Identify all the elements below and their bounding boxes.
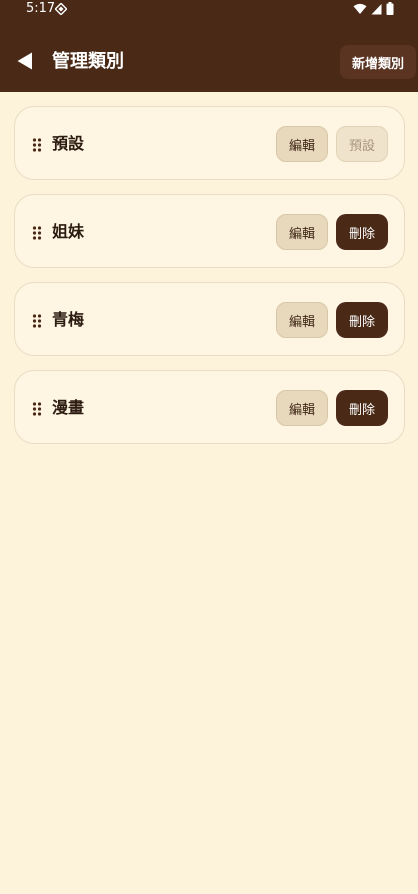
app-notification-icon <box>55 3 67 15</box>
drag-handle-icon[interactable] <box>32 402 42 416</box>
category-card: 預設 編輯 預設 <box>14 106 405 180</box>
status-time: 5:17 <box>26 1 56 16</box>
category-card: 漫畫 編輯 刪除 <box>14 370 405 444</box>
category-name: 姐妹 <box>52 222 85 241</box>
category-card: 青梅 編輯 刪除 <box>14 282 405 356</box>
category-name: 預設 <box>52 134 85 153</box>
category-name: 青梅 <box>52 310 85 329</box>
category-list: 預設 編輯 預設 姐妹 編輯 刪除 青梅 編輯 刪除 漫畫 編輯 刪除 <box>14 106 405 458</box>
delete-button[interactable]: 刪除 <box>336 390 388 426</box>
edit-button[interactable]: 編輯 <box>276 126 328 162</box>
delete-button[interactable]: 刪除 <box>336 302 388 338</box>
back-button[interactable] <box>10 46 40 76</box>
page-title: 管理類別 <box>52 51 124 72</box>
edit-button[interactable]: 編輯 <box>276 390 328 426</box>
delete-button[interactable]: 刪除 <box>336 214 388 250</box>
app-bar: 管理類別 新增類別 <box>0 18 418 92</box>
status-bar: 5:17 <box>0 0 418 18</box>
signal-icon <box>371 3 382 14</box>
wifi-icon <box>353 3 367 14</box>
drag-handle-icon[interactable] <box>32 226 42 240</box>
category-card: 姐妹 編輯 刪除 <box>14 194 405 268</box>
edit-button[interactable]: 編輯 <box>276 302 328 338</box>
status-icons <box>353 2 394 15</box>
add-category-button[interactable]: 新增類別 <box>339 45 416 79</box>
back-arrow-icon <box>17 52 32 70</box>
default-button: 預設 <box>336 126 388 162</box>
category-name: 漫畫 <box>52 398 85 417</box>
drag-handle-icon[interactable] <box>32 138 42 152</box>
battery-icon <box>386 2 394 15</box>
edit-button[interactable]: 編輯 <box>276 214 328 250</box>
drag-handle-icon[interactable] <box>32 314 42 328</box>
